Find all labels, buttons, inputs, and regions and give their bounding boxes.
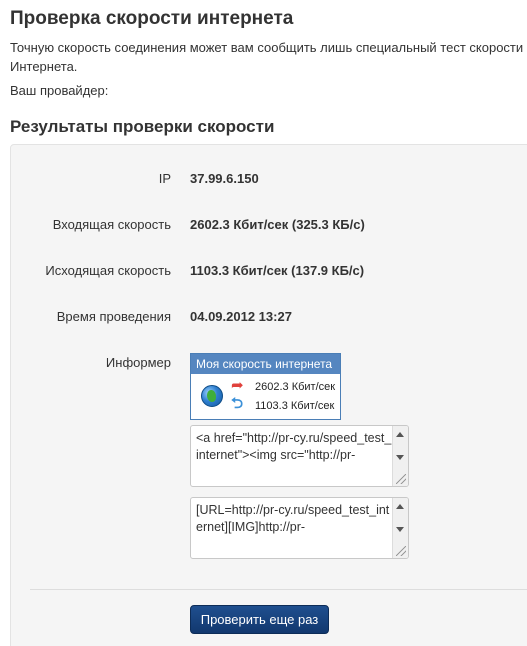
ip-value: 37.99.6.150 [190,171,259,186]
bb-code-textarea[interactable]: [URL=http://pr-cy.ru/speed_test_internet… [190,497,409,559]
download-speed-label: Входящая скорость [52,217,171,232]
speed-informer-widget[interactable]: Моя скорость интернета ➦ ⮌ 2602.3 Кбит/с… [190,353,341,420]
informer-label: Информер [105,355,171,370]
informer-upload-value: 1103.3 Кбит/сек [255,400,335,412]
upload-arrow-icon: ⮌ [231,395,244,412]
test-time-value: 04.09.2012 13:27 [190,309,292,324]
informer-title: Моя скорость интернета [191,354,340,374]
upload-speed-value: 1103.3 Кбит/сек (137.9 КБ/с) [190,263,365,278]
provider-label: Ваш провайдер: [10,83,109,98]
html-code-textarea[interactable]: <a href="http://pr-cy.ru/speed_test_inte… [190,425,409,487]
page-title: Проверка скорости интернета [10,8,294,29]
scroll-down-icon[interactable] [396,527,404,532]
html-code-text: <a href="http://pr-cy.ru/speed_test_inte… [196,431,392,462]
intro-line-1: Точную скорость соединения может вам соо… [10,40,527,55]
resize-handle-icon[interactable] [396,474,406,484]
ip-label: IP [158,171,171,186]
informer-download-value: 2602.3 Кбит/сек [255,381,336,393]
scroll-down-icon[interactable] [396,455,404,460]
upload-speed-label: Исходящая скорость [45,263,171,278]
scroll-up-icon[interactable] [396,504,404,509]
resize-handle-icon[interactable] [396,546,406,556]
bb-code-text: [URL=http://pr-cy.ru/speed_test_internet… [196,503,390,534]
results-title: Результаты проверки скорости [10,117,275,136]
intro-text: Точную скорость соединения может вам соо… [10,38,527,76]
check-again-button[interactable]: Проверить еще раз [190,605,329,634]
download-speed-value: 2602.3 Кбит/сек (325.3 КБ/с) [190,217,365,232]
divider [30,589,527,590]
download-arrow-icon: ➦ [231,377,244,394]
globe-icon [201,385,223,407]
intro-line-2: Интернета. [10,59,78,74]
test-time-label: Время проведения [56,309,171,324]
scroll-up-icon[interactable] [396,432,404,437]
